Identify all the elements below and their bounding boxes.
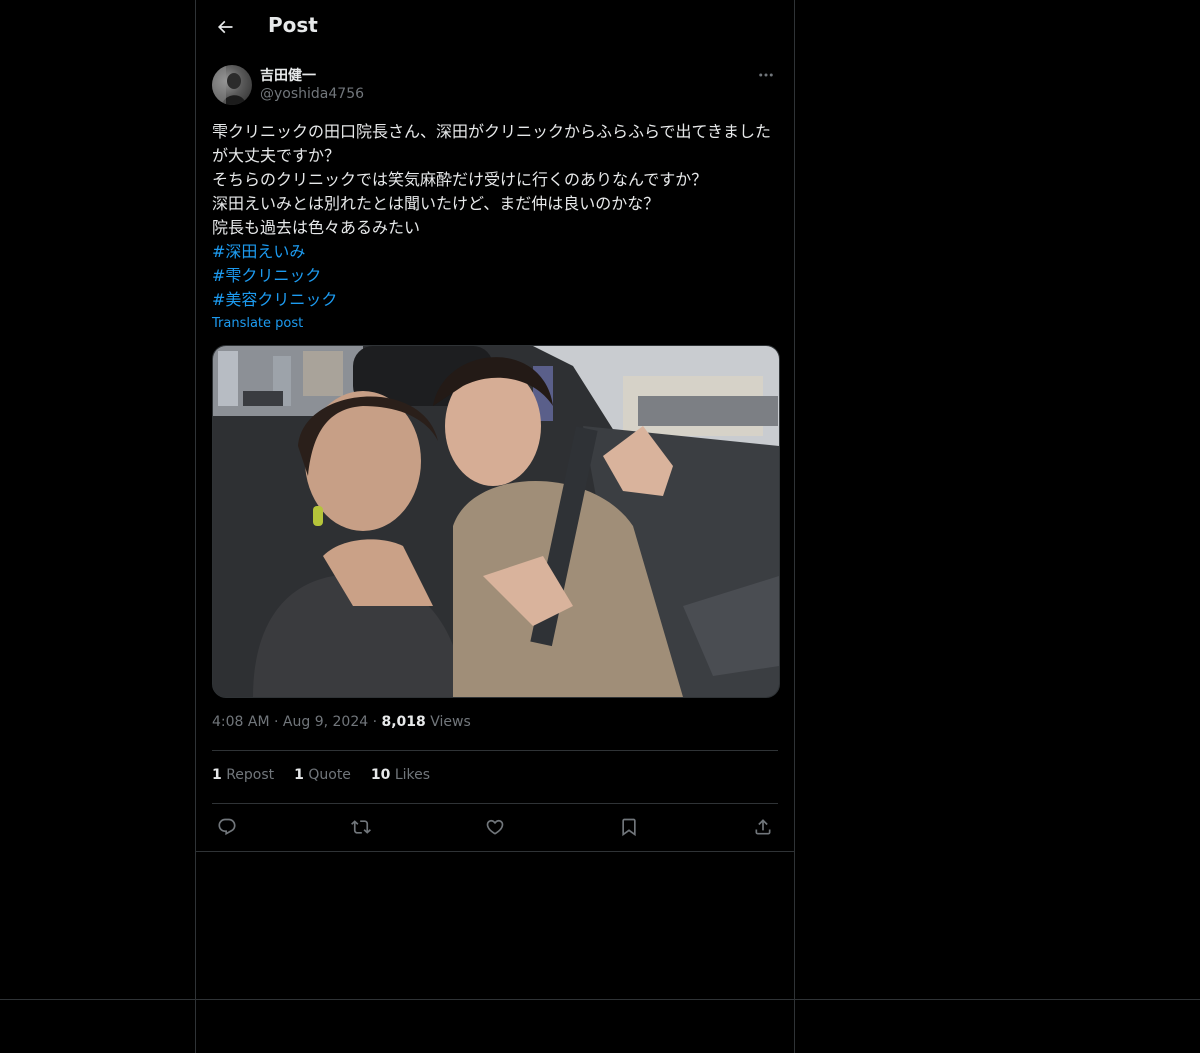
share-button[interactable] xyxy=(748,812,778,842)
hashtag-link[interactable]: #美容クリニック xyxy=(212,288,778,312)
share-icon xyxy=(755,819,771,835)
author-display-name[interactable]: 吉田健一 xyxy=(260,65,316,85)
main-column: Post 吉田健一 @yoshida4756 雫クリニックの田口院長さん、深田が… xyxy=(195,0,795,1053)
divider xyxy=(196,851,794,852)
bottom-divider xyxy=(0,999,1200,1000)
post-header: Post xyxy=(196,0,794,53)
post-text-line: 雫クリニックの田口院長さん、深田がクリニックからふらふらで出てきましたが大丈夫で… xyxy=(212,122,772,165)
repost-icon xyxy=(351,820,371,834)
bookmark-button[interactable] xyxy=(614,812,644,842)
avatar-image xyxy=(212,65,246,105)
post-time[interactable]: 4:08 AM xyxy=(212,714,270,730)
photo-illustration xyxy=(213,346,779,697)
likes-label: Likes xyxy=(394,767,431,783)
author-handle[interactable]: @yoshida4756 xyxy=(260,86,364,102)
reposts-label: Repost xyxy=(226,767,275,783)
reply-icon xyxy=(218,818,236,836)
more-horizontal-icon xyxy=(759,73,773,77)
reply-button[interactable] xyxy=(212,812,242,842)
like-icon xyxy=(486,819,504,835)
likes-count: 10 xyxy=(370,767,391,783)
post-date[interactable]: Aug 9, 2024 xyxy=(283,714,368,730)
likes-stat[interactable]: 10 Likes xyxy=(371,767,430,783)
divider xyxy=(212,750,778,751)
quotes-stat[interactable]: 1 Quote xyxy=(294,767,351,783)
post-stats: 1 Repost 1 Quote 10 Likes xyxy=(212,767,430,783)
arrow-left-icon xyxy=(217,20,233,34)
reposts-stat[interactable]: 1 Repost xyxy=(212,767,274,783)
views-label: Views xyxy=(430,714,471,730)
divider xyxy=(212,803,778,804)
bookmark-icon xyxy=(622,818,636,837)
meta-separator: · xyxy=(274,714,279,730)
more-button[interactable] xyxy=(754,65,778,85)
reposts-count: 1 xyxy=(212,767,222,783)
avatar[interactable] xyxy=(212,65,252,105)
like-button[interactable] xyxy=(480,812,510,842)
page: Post 吉田健一 @yoshida4756 雫クリニックの田口院長さん、深田が… xyxy=(0,0,1200,1053)
post-meta: 4:08 AM · Aug 9, 2024 · 8,018 Views xyxy=(212,714,471,730)
views-count: 8,018 xyxy=(381,714,426,730)
hashtag-link[interactable]: #深田えいみ xyxy=(212,240,778,264)
post-text: 雫クリニックの田口院長さん、深田がクリニックからふらふらで出てきましたが大丈夫で… xyxy=(212,120,778,335)
post-text-line: そちらのクリニックでは笑気麻酔だけ受けに行くのありなんですか？ xyxy=(212,170,708,189)
page-title: Post xyxy=(268,13,318,37)
post-text-line: 院長も過去は色々あるみたい xyxy=(212,218,421,237)
repost-button[interactable] xyxy=(346,812,376,842)
post-actions xyxy=(212,812,778,842)
translate-post-link[interactable]: Translate post xyxy=(212,313,778,335)
post-photo[interactable] xyxy=(212,345,780,698)
quotes-label: Quote xyxy=(308,767,351,783)
quotes-count: 1 xyxy=(294,767,304,783)
post-author: 吉田健一 @yoshida4756 xyxy=(212,65,778,107)
meta-separator: · xyxy=(372,714,378,730)
hashtag-link[interactable]: #雫クリニック xyxy=(212,264,778,288)
back-button[interactable] xyxy=(208,10,242,44)
post-text-line: 深田えいみとは別れたとは聞いたけど、まだ仲は良いのかな？ xyxy=(212,194,660,213)
